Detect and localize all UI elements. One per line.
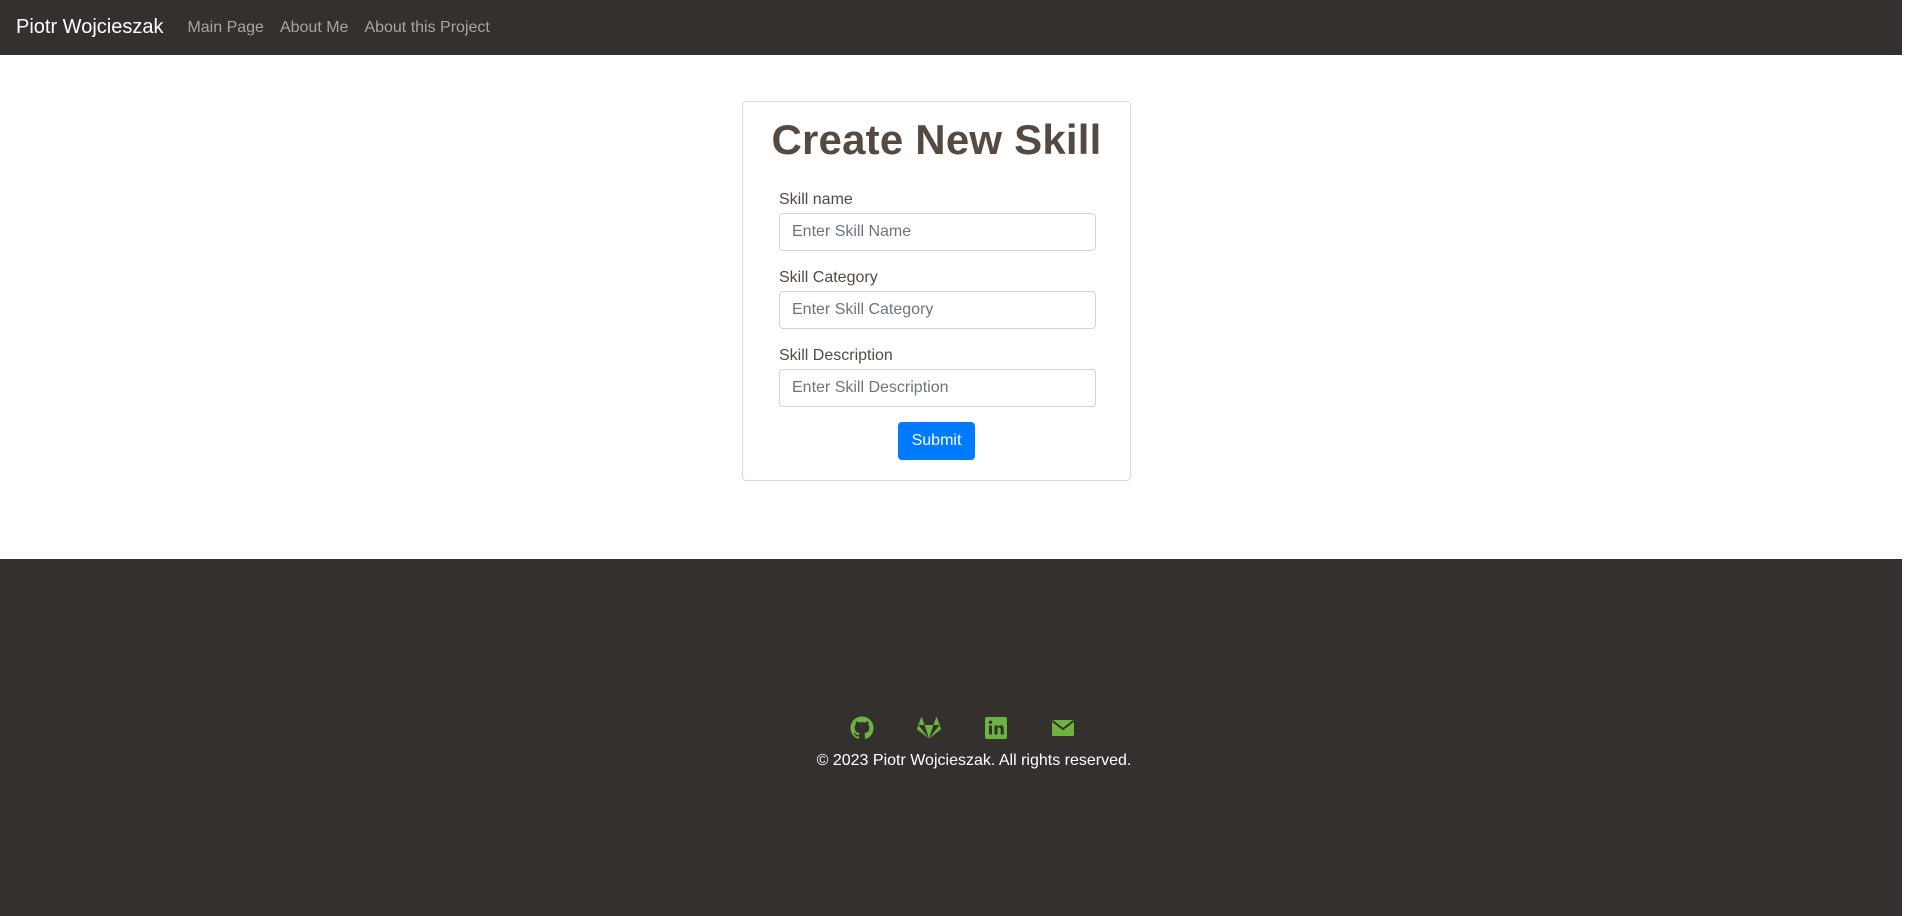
page: Piotr Wojcieszak Main Page About Me Abou… (0, 0, 1906, 916)
copyright-text: © 2023 Piotr Wojcieszak. All rights rese… (816, 752, 1132, 769)
scrollbar-gutter (1902, 0, 1906, 916)
nav-link-about-project[interactable]: About this Project (364, 19, 489, 37)
skill-name-group: Skill name (779, 191, 1096, 251)
skill-name-input[interactable] (779, 213, 1096, 251)
create-skill-form-card: Create New Skill Skill name Skill Catego… (742, 101, 1131, 481)
footer: © 2023 Piotr Wojcieszak. All rights rese… (0, 559, 1902, 916)
linkedin-icon[interactable] (984, 716, 1008, 740)
skill-description-label: Skill Description (779, 347, 893, 364)
brand-link[interactable]: Piotr Wojcieszak (16, 16, 163, 39)
skill-category-input[interactable] (779, 291, 1096, 329)
nav-link-about-me[interactable]: About Me (280, 19, 348, 37)
form-title: Create New Skill (771, 116, 1102, 163)
gitlab-icon[interactable] (917, 716, 941, 740)
github-icon[interactable] (850, 716, 874, 740)
social-icons (0, 716, 1902, 740)
skill-category-label: Skill Category (779, 269, 878, 286)
submit-button[interactable]: Submit (898, 422, 975, 460)
nav-link-main-page[interactable]: Main Page (187, 19, 264, 37)
main-content: Create New Skill Skill name Skill Catego… (0, 55, 1902, 559)
skill-name-label: Skill name (779, 191, 853, 208)
email-icon[interactable] (1051, 716, 1075, 740)
skill-description-input[interactable] (779, 369, 1096, 407)
skill-description-group: Skill Description (779, 347, 1096, 407)
skill-category-group: Skill Category (779, 269, 1096, 329)
top-navbar: Piotr Wojcieszak Main Page About Me Abou… (0, 0, 1902, 55)
